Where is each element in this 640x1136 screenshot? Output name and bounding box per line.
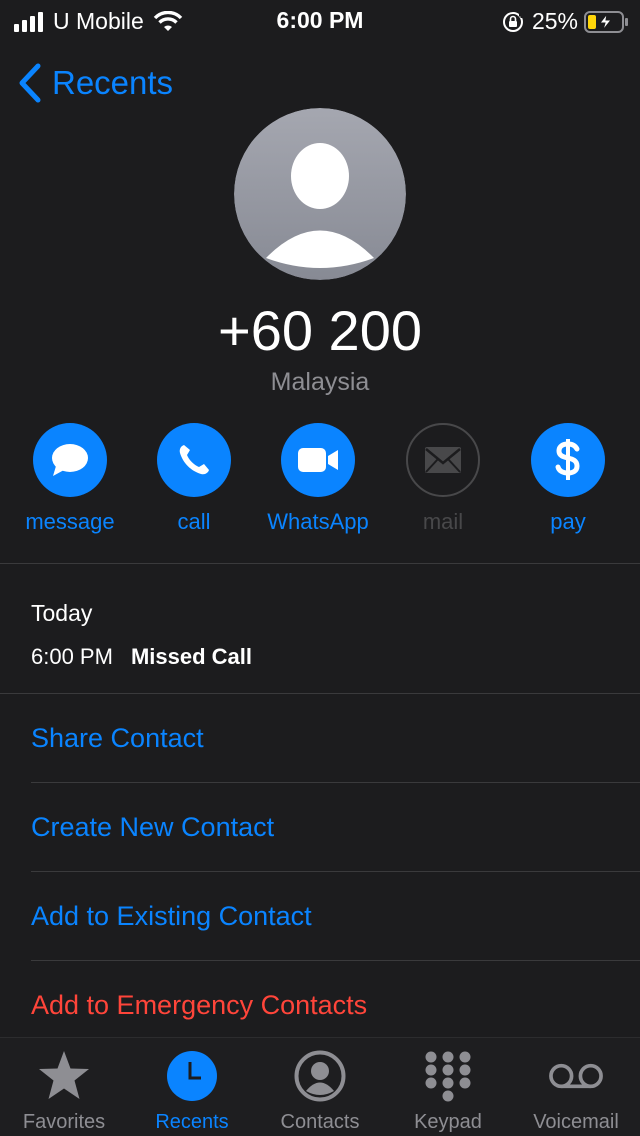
video-camera-icon — [298, 448, 338, 472]
divider — [31, 960, 640, 961]
contact-number: +60 200 — [218, 299, 422, 362]
action-row: message call WhatsApp mail pay — [0, 423, 640, 543]
share-contact-button[interactable]: Share Contact — [31, 723, 204, 754]
clock-icon — [167, 1051, 217, 1101]
divider — [31, 871, 640, 872]
pay-button[interactable]: pay — [498, 423, 638, 535]
orientation-lock-icon — [502, 11, 524, 32]
person-circle-icon — [294, 1050, 346, 1102]
voicemail-icon — [549, 1063, 603, 1089]
tab-favorites[interactable]: Favorites — [0, 1038, 128, 1136]
chevron-left-icon — [19, 63, 41, 103]
mail-button[interactable]: mail — [373, 423, 513, 535]
whatsapp-video-button[interactable]: WhatsApp — [248, 423, 388, 535]
tab-recents[interactable]: Recents — [128, 1038, 256, 1136]
tab-keypad[interactable]: Keypad — [384, 1038, 512, 1136]
contact-avatar — [234, 108, 406, 280]
history-call-type: Missed Call — [130, 644, 252, 669]
tab-voicemail[interactable]: Voicemail — [512, 1038, 640, 1136]
whatsapp-label: WhatsApp — [267, 509, 369, 534]
call-label: call — [177, 509, 211, 534]
back-button[interactable]: Recents — [16, 62, 173, 104]
back-label: Recents — [52, 64, 174, 101]
add-to-emergency-contacts-button[interactable]: Add to Emergency Contacts — [31, 990, 367, 1021]
tab-label: Contacts — [280, 1111, 360, 1133]
phone-icon — [179, 445, 209, 475]
pay-label: pay — [550, 509, 586, 534]
star-icon — [39, 1051, 89, 1099]
divider — [0, 693, 640, 694]
history-time: 6:00 PM — [31, 644, 113, 669]
status-bar: U Mobile 6:00 PM 25% — [0, 0, 640, 40]
message-label: message — [25, 509, 115, 534]
battery-charging-icon — [584, 10, 628, 33]
tab-bar: Favorites Recents Contacts Keypad Voicem… — [0, 1037, 640, 1136]
dollar-icon — [555, 439, 580, 480]
message-button[interactable]: message — [0, 423, 140, 535]
divider — [0, 563, 640, 564]
envelope-icon — [425, 447, 461, 473]
call-button[interactable]: call — [124, 423, 264, 535]
message-bubble-icon — [52, 444, 88, 476]
tab-label: Voicemail — [533, 1111, 619, 1133]
history-entry: 6:00 PM Missed Call — [31, 644, 252, 670]
tab-label: Keypad — [414, 1111, 482, 1133]
tab-label: Recents — [155, 1111, 229, 1133]
mail-label: mail — [422, 509, 464, 534]
tab-label: Favorites — [22, 1111, 106, 1133]
battery-percent: 25% — [531, 8, 578, 34]
contact-country: Malaysia — [270, 368, 370, 396]
tab-contacts[interactable]: Contacts — [256, 1038, 384, 1136]
create-new-contact-button[interactable]: Create New Contact — [31, 812, 274, 843]
keypad-icon — [425, 1051, 471, 1102]
history-date: Today — [31, 600, 93, 626]
person-placeholder-icon — [234, 108, 406, 280]
add-to-existing-contact-button[interactable]: Add to Existing Contact — [31, 901, 312, 932]
divider — [31, 782, 640, 783]
